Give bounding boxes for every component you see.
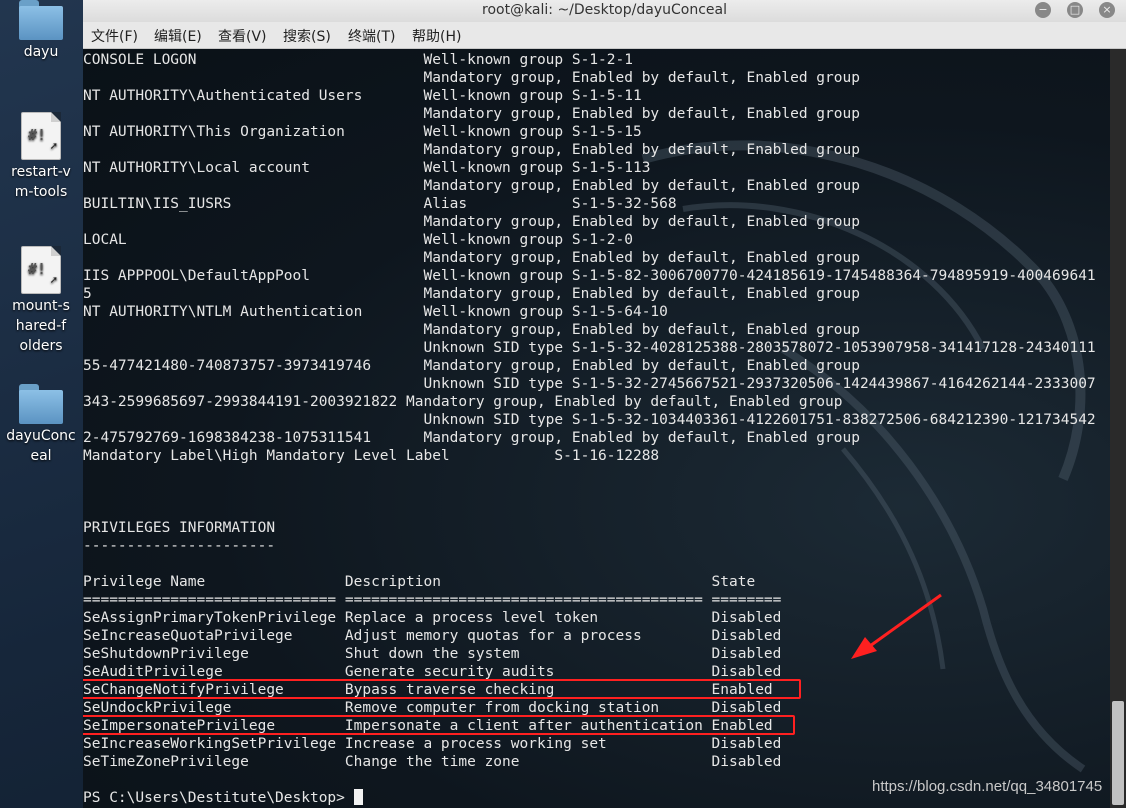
close-button[interactable]: × [1099, 2, 1115, 18]
menu-terminal[interactable]: 终端(T) [348, 26, 395, 46]
window-title: root@kali: ~/Desktop/dayuConceal [482, 2, 727, 18]
watermark-text: https://blog.csdn.net/qq_34801745 [872, 778, 1103, 795]
terminal-window: root@kali: ~/Desktop/dayuConceal − □ × 文… [83, 0, 1126, 808]
terminal-line: Mandatory group, Enabled by default, Ena… [83, 214, 860, 230]
maximize-button[interactable]: □ [1067, 2, 1083, 18]
terminal-line: Mandatory Label\High Mandatory Level Lab… [83, 448, 660, 464]
terminal-line: Mandatory group, Enabled by default, Ena… [83, 70, 860, 86]
red-arrow-annotation [851, 593, 942, 659]
terminal-line: CONSOLE LOGON Well-known group S-1-2-1 [83, 52, 633, 68]
terminal-line: 343-2599685697-2993844191-2003921822 Man… [83, 394, 843, 410]
terminal-line: Mandatory group, Enabled by default, Ena… [83, 250, 860, 266]
menu-help[interactable]: 帮助(H) [412, 26, 461, 46]
terminal-line: PRIVILEGES INFORMATION [83, 520, 276, 536]
terminal-cursor [353, 789, 363, 805]
menu-bar: 文件(F) 编辑(E) 查看(V) 搜索(S) 终端(T) 帮助(H) [83, 22, 1126, 49]
terminal-line: ---------------------- [83, 538, 276, 554]
menu-file[interactable]: 文件(F) [91, 26, 138, 46]
terminal-line: Unknown SID type S-1-5-32-2745667521-293… [83, 376, 1096, 392]
terminal-line: Unknown SID type S-1-5-32-4028125388-280… [83, 340, 1096, 356]
desktop-icon-dayuconceal[interactable]: dayuConceal [0, 384, 82, 466]
terminal-line: Mandatory group, Enabled by default, Ena… [83, 178, 860, 194]
desktop-icon-restart-vm-tools[interactable]: #! ➚ restart-vm-tools [0, 112, 82, 202]
terminal-line: IIS APPPOOL\DefaultAppPool Well-known gr… [83, 268, 1096, 284]
terminal-line: Mandatory group, Enabled by default, Ena… [83, 142, 860, 158]
desktop-icon-label: restart-vm-tools [11, 164, 71, 200]
terminal-line: SeIncreaseWorkingSetPrivilege Increase a… [83, 736, 782, 752]
desktop-icon-mount-shared-folders[interactable]: #! ➚ mount-shared-folders [0, 246, 82, 356]
terminal-line: BUILTIN\IIS_IUSRS Alias S-1-5-32-568 [83, 196, 677, 212]
scrollbar-thumb[interactable] [1112, 701, 1124, 805]
menu-view[interactable]: 查看(V) [218, 26, 267, 46]
terminal-line: NT AUTHORITY\Authenticated Users Well-kn… [83, 88, 642, 104]
highlight-box-impersonate [83, 715, 795, 735]
menu-edit[interactable]: 编辑(E) [154, 26, 202, 46]
terminal-line: 55-477421480-740873757-3973419746 Mandat… [83, 358, 860, 374]
scrollbar[interactable] [1110, 49, 1126, 808]
folder-icon [19, 0, 63, 40]
terminal-line: SeTimeZonePrivilege Change the time zone… [83, 754, 782, 770]
terminal-line: NT AUTHORITY\NTLM Authentication Well-kn… [83, 304, 668, 320]
terminal-line: LOCAL Well-known group S-1-2-0 [83, 232, 633, 248]
title-bar[interactable]: root@kali: ~/Desktop/dayuConceal − □ × [83, 0, 1126, 22]
script-file-icon: #! ➚ [21, 112, 61, 160]
terminal-line: NT AUTHORITY\Local account Well-known gr… [83, 160, 651, 176]
desktop-icon-label: dayuConceal [6, 428, 76, 464]
menu-search[interactable]: 搜索(S) [283, 26, 331, 46]
terminal-line: NT AUTHORITY\This Organization Well-know… [83, 124, 642, 140]
folder-icon [19, 384, 63, 424]
terminal-line: 2-475792769-1698384238-1075311541 Mandat… [83, 430, 860, 446]
desktop-icon-dayu[interactable]: dayu [0, 0, 82, 62]
script-file-icon: #! ➚ [21, 246, 61, 294]
desktop-icon-label: dayu [23, 44, 59, 60]
terminal-line: Mandatory group, Enabled by default, Ena… [83, 106, 860, 122]
desktop-icon-label: mount-shared-folders [12, 298, 70, 354]
terminal-line: Mandatory group, Enabled by default, Ena… [83, 322, 860, 338]
terminal-line: Unknown SID type S-1-5-32-1034403361-412… [83, 412, 1096, 428]
minimize-button[interactable]: − [1035, 2, 1051, 18]
terminal-output[interactable]: CONSOLE LOGON Well-known group S-1-2-1 M… [83, 49, 1110, 808]
terminal-line: 5 Mandatory group, Enabled by default, E… [83, 286, 860, 302]
highlight-box-changenotify [83, 679, 801, 699]
